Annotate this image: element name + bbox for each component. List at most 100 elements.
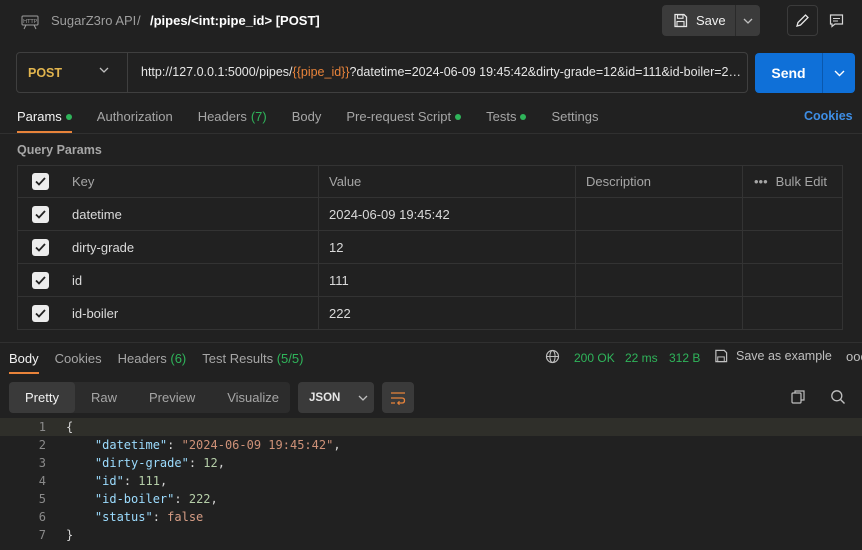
format-select[interactable]: JSON [298,382,374,413]
view-tab-pretty[interactable]: Pretty [9,382,75,413]
line-number: 1 [38,420,46,434]
tab-authorization[interactable]: Authorization [97,109,173,133]
param-key[interactable]: id-boiler [62,297,319,329]
save-icon [674,13,688,28]
search-icon[interactable] [830,389,846,405]
line-number: 5 [38,492,46,506]
param-value[interactable]: 111 [319,264,576,296]
tab-response-body[interactable]: Body [9,351,39,374]
url-bar: POST http://127.0.0.1:5000/pipes/{{pipe_… [16,52,748,93]
tab-label: Test Results [202,351,274,366]
tab-test-results[interactable]: Test Results (5/5) [202,351,303,374]
save-as-example-button[interactable]: Save as example [714,349,832,363]
check-icon [34,308,46,318]
status-dot [455,114,462,120]
tab-response-headers[interactable]: Headers (6) [118,351,187,374]
tab-label: Authorization [96,109,173,124]
tab-tests[interactable]: Tests [486,109,527,133]
response-size[interactable]: 312 B [669,351,700,365]
view-tab-visualize[interactable]: Visualize [211,382,295,413]
tab-response-cookies[interactable]: Cookies [55,351,102,374]
status-dot [520,114,527,120]
row-checkbox-cell [18,264,62,296]
row-checkbox[interactable] [31,271,49,289]
view-mode-tabs: Pretty Raw Preview Visualize [9,382,290,413]
tab-count: (6) [170,351,187,366]
code-text: } [66,528,74,542]
tab-settings[interactable]: Settings [551,109,598,133]
view-tab-preview[interactable]: Preview [133,382,211,413]
wrap-lines-icon [391,391,406,405]
chevron-down-icon [834,70,844,76]
param-value[interactable]: 222 [319,297,576,329]
row-checkbox-cell [18,297,62,329]
save-as-example-label: Save as example [736,349,832,363]
save-button[interactable]: Save [662,5,735,36]
pencil-icon [796,14,809,27]
row-checkbox[interactable] [31,238,49,256]
chevron-down-icon [358,395,368,401]
code-line: 6 "status": false [0,508,862,526]
more-options-icon[interactable]: ooo [846,349,862,364]
response-body-editor[interactable]: 1{2 "datetime": "2024-06-09 19:45:42", 3 … [0,418,862,544]
tab-count: (5/5) [276,351,304,366]
cookies-link[interactable]: Cookies [804,109,853,123]
http-icon: HTTP [21,15,39,30]
select-all-checkbox[interactable] [31,173,49,190]
tab-label: Cookies [54,351,102,366]
param-key[interactable]: id [62,264,319,296]
wrap-lines-button[interactable] [382,382,414,413]
param-key[interactable]: datetime [62,198,319,230]
tab-label: Pre-request Script [346,109,452,124]
edit-button[interactable] [787,5,818,36]
param-description[interactable] [576,231,743,263]
param-description[interactable] [576,297,743,329]
tab-count: (7) [250,109,267,124]
view-tab-raw[interactable]: Raw [75,382,133,413]
code-line: 3 "dirty-grade": 12, [0,454,862,472]
row-checkbox[interactable] [31,304,49,322]
param-value[interactable]: 2024-06-09 19:45:42 [319,198,576,230]
copy-icon[interactable] [790,389,806,405]
bulk-edit-cell: ••• Bulk Edit [743,166,842,197]
more-options-icon[interactable]: ••• [754,174,768,189]
comments-button[interactable] [821,5,852,36]
header-key: Key [62,166,319,197]
breadcrumb-separator: / [137,13,141,28]
code-text: "dirty-grade": 12, [94,456,225,470]
response-time[interactable]: 22 ms [625,351,658,365]
table-row: datetime 2024-06-09 19:45:42 [17,198,843,231]
param-key[interactable]: dirty-grade [62,231,319,263]
method-select[interactable]: POST [28,66,62,80]
save-options-dropdown[interactable] [735,5,760,36]
tab-body[interactable]: Body [292,109,322,133]
url-input[interactable]: http://127.0.0.1:5000/pipes/{{pipe_id}}?… [141,65,743,79]
bulk-edit-button[interactable]: Bulk Edit [776,174,827,189]
param-value[interactable]: 12 [319,231,576,263]
request-name[interactable]: /pipes/<int:pipe_id> [POST] [150,13,320,28]
send-button[interactable]: Send [755,53,822,93]
code-line: 2 "datetime": "2024-06-09 19:45:42", [0,436,862,454]
chevron-down-icon[interactable] [99,66,109,74]
code-text: "datetime": "2024-06-09 19:45:42", [94,438,341,452]
line-number: 6 [38,510,46,524]
collection-name[interactable]: SugarZ3ro API [51,13,136,28]
tab-params[interactable]: Params [17,109,72,133]
row-checkbox[interactable] [31,205,49,223]
header-description: Description [576,166,743,197]
code-text: "id-boiler": 222, [94,492,218,506]
param-description[interactable] [576,198,743,230]
check-icon [34,209,46,219]
tab-pre-request-script[interactable]: Pre-request Script [346,109,462,133]
status-code[interactable]: 200 OK [574,351,615,365]
tab-headers[interactable]: Headers (7) [198,109,267,133]
send-options-dropdown[interactable] [822,53,855,93]
send-button-group: Send [755,53,855,93]
table-row: id-boiler 222 [17,297,843,330]
row-spacer [743,231,842,263]
param-description[interactable] [576,264,743,296]
url-divider [127,53,128,92]
tab-label: Body [9,351,39,366]
header-value: Value [319,166,576,197]
globe-icon[interactable] [545,349,560,364]
